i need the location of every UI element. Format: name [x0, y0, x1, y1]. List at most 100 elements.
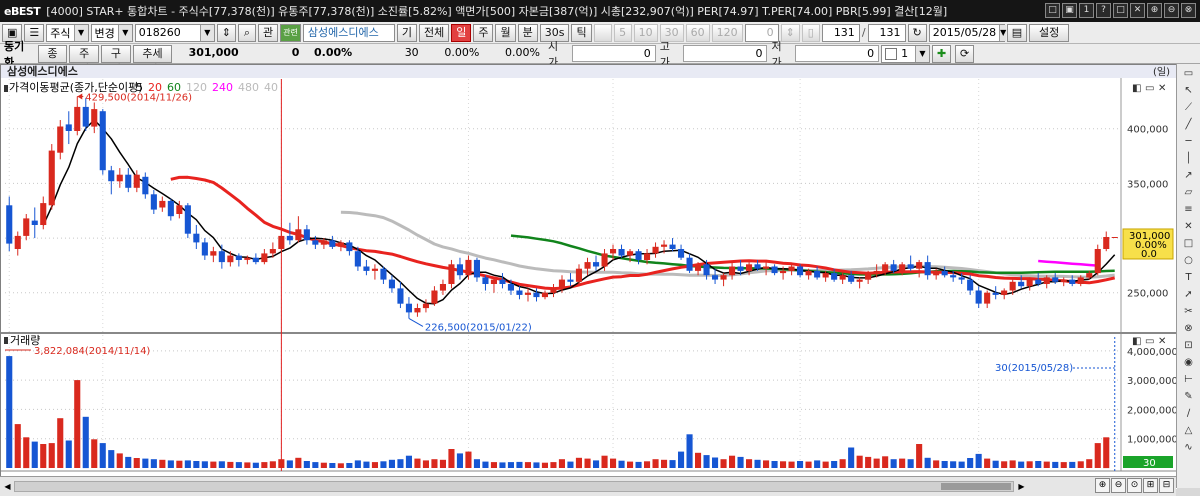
ellipse-icon[interactable]: ○ — [1180, 253, 1198, 268]
related-button[interactable]: 관 — [258, 23, 279, 42]
period-button[interactable]: 주기 — [69, 44, 100, 76]
period-btn-month[interactable]: 월 — [495, 23, 516, 42]
lock-icon[interactable]: ⊡ — [1180, 338, 1198, 353]
trend-icon[interactable]: ╱ — [1180, 117, 1198, 132]
scroll-thumb[interactable] — [941, 483, 1011, 490]
zoom-in-icon[interactable]: ⊕ — [1095, 478, 1110, 493]
magnet-icon[interactable]: ⊗ — [1180, 321, 1198, 336]
pencil-icon[interactable]: ✎ — [1180, 389, 1198, 404]
crosshair-icon[interactable]: ↖ — [1180, 83, 1198, 98]
window-button-2[interactable]: 1 — [1079, 3, 1094, 18]
chart-stock-label: 삼성에스디에스 — [7, 65, 78, 78]
volume-bar — [805, 461, 812, 468]
period-btn-all[interactable]: 전체 — [418, 23, 450, 42]
vline-icon[interactable]: │ — [1180, 151, 1198, 166]
price-volume-chart[interactable]: 삼성에스디에스(일)400,000350,000300,000250,0004,… — [1, 65, 1177, 489]
volume-bar — [261, 462, 268, 468]
window-button-8[interactable]: ⊗ — [1181, 3, 1196, 18]
minute-btn-5[interactable]: 5 — [613, 23, 632, 42]
rect-icon[interactable]: □ — [1180, 236, 1198, 251]
triangle-icon[interactable]: △ — [1180, 423, 1198, 438]
minute-btn-10[interactable]: 10 — [633, 23, 658, 42]
candle-body — [252, 257, 259, 263]
candle-body — [14, 235, 21, 249]
spin-icon[interactable]: ⇕ — [216, 23, 236, 42]
window-button-7[interactable]: ⊖ — [1164, 3, 1179, 18]
related-tag-badge[interactable]: 관련 — [280, 23, 301, 42]
period-btn-tick[interactable]: 틱 — [571, 23, 592, 42]
volume-axis-label: 1,000,000 — [1127, 435, 1177, 446]
candle-body — [116, 174, 123, 182]
arrow-icon[interactable]: ➚ — [1180, 287, 1198, 302]
date-select[interactable]: 2015/05/28 ▼ — [928, 23, 1007, 42]
hline-icon[interactable]: ─ — [1180, 134, 1198, 149]
search-icon[interactable]: ⌕ — [238, 23, 256, 42]
chart-panel[interactable]: 삼성에스디에스(일)400,000350,000300,000250,0004,… — [0, 64, 1177, 489]
period-btn-minute[interactable]: 분 — [517, 23, 538, 42]
eye-icon[interactable]: ◉ — [1180, 355, 1198, 370]
volume-pane-button-icon: ▭ — [1145, 336, 1154, 347]
scroll-right-icon[interactable]: ▶ — [1016, 480, 1027, 493]
line-icon[interactable]: ⟋ — [1180, 100, 1198, 115]
volume-bar — [882, 456, 889, 468]
settings-button[interactable]: 설정 — [1029, 23, 1070, 42]
period-btn-gi[interactable]: 기 — [396, 23, 417, 42]
window-button-5[interactable]: ✕ — [1130, 3, 1145, 18]
calendar-icon[interactable]: ↻ — [907, 23, 927, 42]
change-select[interactable]: 변경 ▼ — [90, 23, 133, 42]
volume-bar — [584, 458, 591, 468]
refresh-icon[interactable]: ⟳ — [954, 44, 974, 63]
text-icon[interactable]: T — [1180, 270, 1198, 285]
trendline-button[interactable]: 추세선 — [132, 44, 173, 76]
candle-body — [763, 266, 770, 269]
item-button[interactable]: 종목 — [37, 44, 68, 76]
zoom-reset-icon[interactable]: ⊙ — [1127, 478, 1142, 493]
delete-icon[interactable]: ✂ — [1180, 304, 1198, 319]
period-btn-day[interactable]: 일 — [451, 23, 472, 42]
cursor-icon[interactable]: ▭ — [1180, 66, 1198, 81]
channel-icon[interactable]: ▱ — [1180, 185, 1198, 200]
volume-bar — [57, 418, 64, 468]
current-change-label: 0.0 — [1141, 249, 1157, 260]
stock-name-field[interactable]: 삼성에스디에스 — [302, 23, 395, 42]
volume-bar — [74, 380, 81, 468]
candle-body — [720, 275, 727, 280]
toolbar-main: ▣ ☰ 주식 ▼ 변경 ▼ 018260 ▼ ⇕ ⌕ 관 관련 삼성에스디에스 기 전… — [0, 22, 1200, 44]
save-icon[interactable]: ▤ — [1006, 23, 1028, 42]
ray-icon[interactable]: ↗ — [1180, 168, 1198, 183]
volume-axis-label: 2,000,000 — [1127, 405, 1177, 416]
minute-btn-60[interactable]: 60 — [685, 23, 710, 42]
code-input[interactable]: 018260 ▼ — [134, 23, 215, 42]
brush-icon[interactable]: ∕ — [1180, 406, 1198, 421]
minute-btn-1[interactable] — [593, 23, 612, 42]
window-button-6[interactable]: ⊕ — [1147, 3, 1162, 18]
horizontal-scrollbar[interactable]: ◀ ▶ — [0, 476, 1176, 496]
zoom-out-icon[interactable]: ⊖ — [1111, 478, 1126, 493]
compose-button[interactable]: 구성 — [101, 44, 131, 76]
zoom-area-icon[interactable]: ⊞ — [1143, 478, 1158, 493]
window-button-3[interactable]: ? — [1096, 3, 1111, 18]
display-count-input[interactable]: 131 — [821, 23, 860, 42]
scroll-track[interactable] — [14, 481, 1014, 492]
volume-bar — [678, 451, 685, 468]
pane-button-icon: ✕ — [1158, 83, 1166, 94]
window-button-4[interactable]: □ — [1113, 3, 1128, 18]
ruler-icon[interactable]: ⊢ — [1180, 372, 1198, 387]
minute-btn-120[interactable]: 120 — [711, 23, 743, 42]
volume-marker-icon — [4, 337, 8, 344]
fib-icon[interactable]: ≡ — [1180, 202, 1198, 217]
volume-bar — [737, 456, 744, 468]
scroll-left-icon[interactable]: ◀ — [2, 480, 13, 493]
window-button-1[interactable]: ▣ — [1062, 3, 1077, 18]
zoom-fit-icon[interactable]: ⊟ — [1159, 478, 1174, 493]
market-select[interactable]: 주식 ▼ — [46, 23, 89, 42]
bar-icon[interactable]: ▯ — [801, 23, 820, 42]
count-select[interactable]: 1 ▼ — [881, 44, 930, 63]
add-icon[interactable]: ✚ — [932, 44, 951, 63]
period-btn-week[interactable]: 주 — [473, 23, 494, 42]
candle-body — [363, 266, 370, 271]
window-button-0[interactable]: □ — [1045, 3, 1060, 18]
gann-icon[interactable]: ✕ — [1180, 219, 1198, 234]
candle-body — [618, 249, 625, 256]
cycle-icon[interactable]: ∿ — [1180, 440, 1198, 455]
